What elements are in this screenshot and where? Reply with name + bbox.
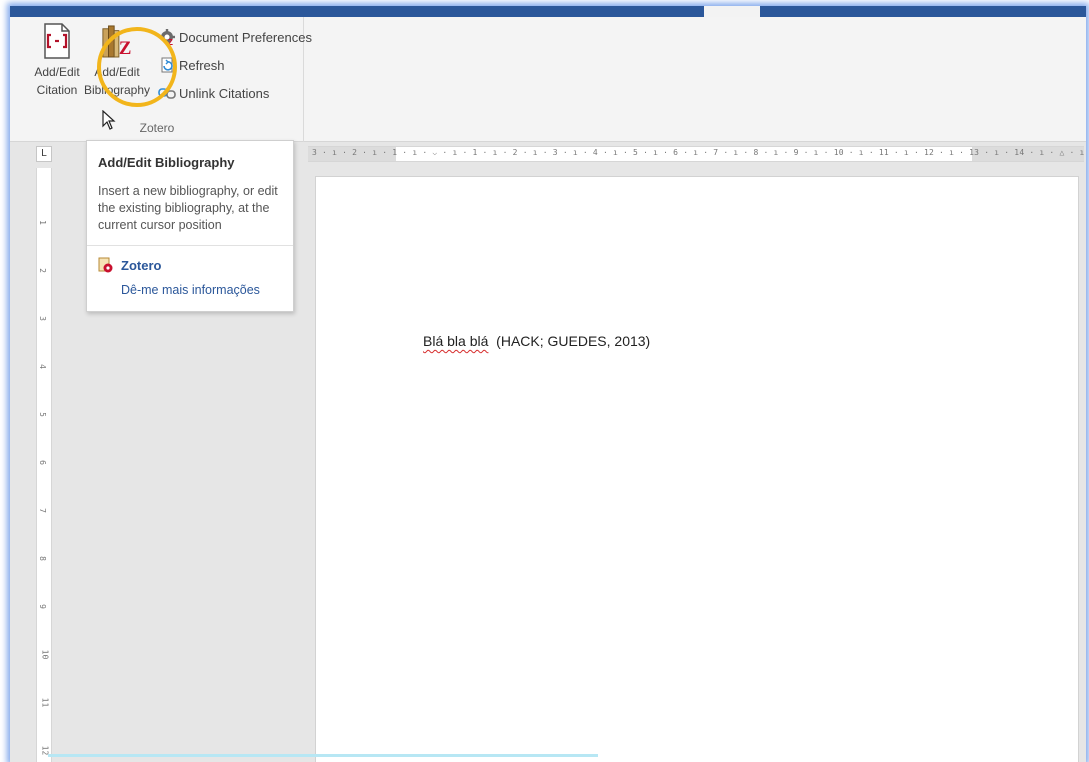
- vruler-tick: 6: [37, 460, 47, 465]
- more-info-link[interactable]: Dê-me mais informações: [121, 283, 260, 297]
- bibliography-tooltip: Add/Edit Bibliography Insert a new bibli…: [86, 140, 294, 312]
- zotero-icon: [98, 257, 114, 273]
- zotero-ribbon-group: Add/Edit Citation Z Add/Edit Bibliograph…: [10, 17, 312, 142]
- active-tab-gap: [704, 6, 760, 17]
- document-page[interactable]: Blá bla blá (HACK; GUEDES, 2013): [315, 176, 1079, 762]
- unlink-icon: [158, 84, 176, 102]
- vruler-tick: 11: [40, 697, 50, 708]
- vruler-tick: 2: [37, 268, 47, 273]
- svg-text:Z: Z: [119, 38, 132, 59]
- horizontal-ruler[interactable]: 3 · ı · 2 · ı · 1 · ı · ⌵ · ı · 1 · ı · …: [308, 146, 1084, 162]
- vruler-tick: 10: [40, 649, 50, 660]
- add-edit-citation-label: Add/Edit Citation: [34, 65, 80, 97]
- vruler-tick: 8: [37, 556, 47, 561]
- small-button-stack: Z Document Preferences Refresh Unlink Ci…: [158, 23, 312, 107]
- ribbon-group-label: Zotero: [139, 121, 175, 135]
- tooltip-divider: [87, 245, 293, 246]
- document-preferences-label: Document Preferences: [179, 29, 312, 45]
- add-edit-bibliography-label: Add/Edit Bibliography: [83, 65, 151, 97]
- tab-selector[interactable]: L: [36, 146, 52, 162]
- vruler-tick: 4: [37, 364, 47, 369]
- vruler-tick: 3: [37, 316, 47, 321]
- tooltip-addin: Zotero: [98, 257, 161, 273]
- tooltip-description: Insert a new bibliography, or edit the e…: [98, 184, 278, 232]
- add-edit-citation-button[interactable]: Add/Edit Citation: [32, 21, 82, 121]
- vruler-tick: 7: [37, 508, 47, 513]
- document-text-line[interactable]: Blá bla blá (HACK; GUEDES, 2013): [423, 333, 650, 349]
- gear-icon: Z: [158, 28, 176, 46]
- tooltip-addin-name: Zotero: [121, 257, 162, 273]
- tooltip-title: Add/Edit Bibliography: [98, 155, 235, 170]
- title-bar: [10, 6, 1086, 17]
- ribbon: Add/Edit Citation Z Add/Edit Bibliograph…: [10, 17, 1086, 142]
- refresh-label: Refresh: [179, 57, 225, 73]
- vertical-ruler[interactable]: 1 2 3 4 5 6 7 8 9 10 11 12: [36, 168, 52, 762]
- status-indicator-bar: [48, 754, 598, 757]
- vruler-tick: 9: [37, 604, 47, 609]
- citation-icon: [41, 21, 73, 61]
- bibliography-icon: Z: [101, 21, 133, 61]
- vruler-tick: 5: [37, 412, 47, 417]
- mouse-pointer-icon: [102, 109, 116, 135]
- word-window: Add/Edit Citation Z Add/Edit Bibliograph…: [10, 6, 1086, 762]
- svg-text:Z: Z: [168, 38, 173, 46]
- add-edit-bibliography-button[interactable]: Z Add/Edit Bibliography: [84, 21, 150, 121]
- zotero-citation[interactable]: (HACK; GUEDES, 2013): [496, 333, 650, 349]
- ruler-marks: 3 · ı · 2 · ı · 1 · ı · ⌵ · ı · 1 · ı · …: [312, 148, 1084, 157]
- unlink-citations-button[interactable]: Unlink Citations: [158, 79, 312, 107]
- unlink-citations-label: Unlink Citations: [179, 85, 270, 101]
- document-preferences-button[interactable]: Z Document Preferences: [158, 23, 312, 51]
- misspelled-text: Blá bla blá: [423, 333, 489, 349]
- vruler-tick: 1: [37, 220, 47, 225]
- refresh-button[interactable]: Refresh: [158, 51, 312, 79]
- refresh-icon: [158, 56, 176, 74]
